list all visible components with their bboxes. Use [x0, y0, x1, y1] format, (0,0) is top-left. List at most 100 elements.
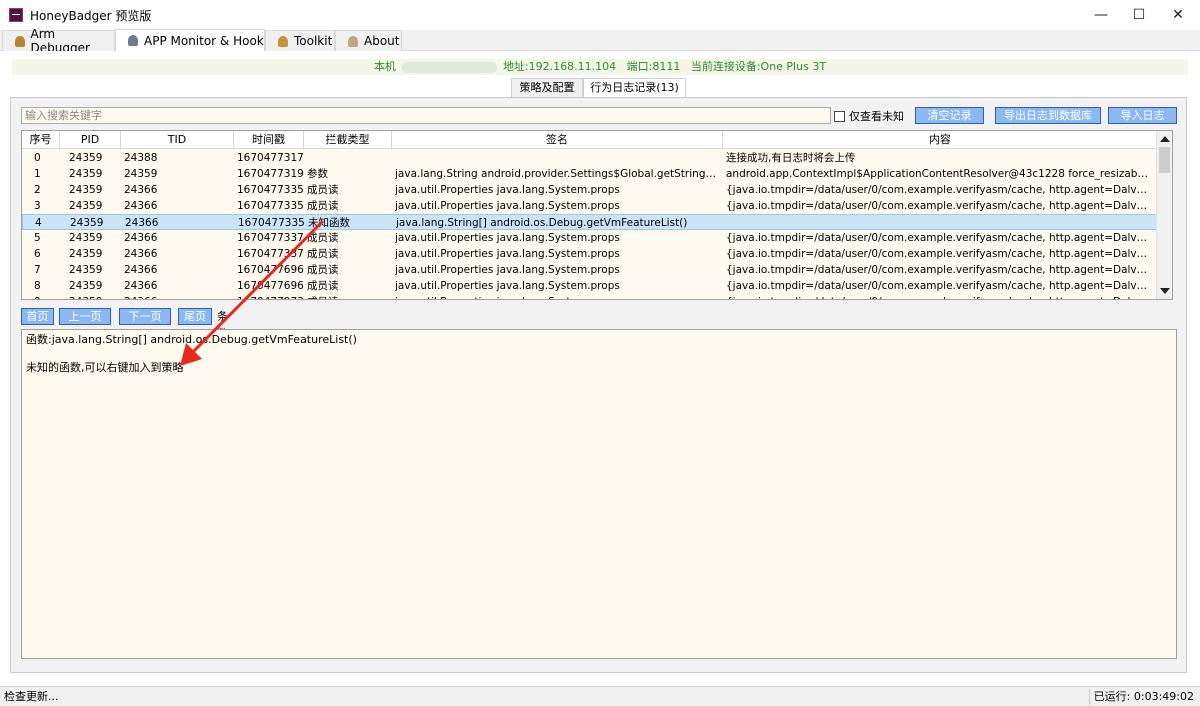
- scroll-down-icon[interactable]: [1160, 288, 1170, 294]
- table-row[interactable]: 4 24359 24366 1670477335 未知函数 java.lang.Strin…: [22, 214, 1157, 230]
- column-header[interactable]: 拦截类型: [304, 131, 392, 149]
- cell-content: {java.io.tmpdir=/data/user/0/com.example…: [726, 248, 1150, 260]
- cell-idx: 2: [34, 184, 41, 196]
- column-header[interactable]: 序号: [22, 131, 60, 149]
- minimize-button[interactable]: —: [1081, 0, 1121, 30]
- cell-type: 未知函数: [308, 217, 350, 229]
- unknown-only-checkbox[interactable]: 仅查看未知: [834, 108, 904, 124]
- table-row[interactable]: 1 24359 24359 1670477319 参数 java.lang.String …: [22, 166, 1157, 182]
- search-input[interactable]: 输入搜索关键字: [21, 107, 831, 124]
- tab-policy-config[interactable]: 策略及配置: [511, 78, 583, 98]
- cell-type: 成员读: [307, 184, 339, 196]
- cell-sig: java.util.Properties java.lang.System.pr…: [395, 294, 720, 299]
- cell-content: {java.io.tmpdir=/data/user/0/com.example…: [726, 184, 1150, 196]
- cell-idx: 9: [34, 294, 58, 299]
- status-bar: 检查更新... 已运行: 0:03:49:02: [0, 686, 1200, 706]
- cell-content: 连接成功,有日志时将会上传: [726, 152, 856, 164]
- first-page-button[interactable]: 首页: [21, 308, 54, 325]
- tab-app-monitor-hook[interactable]: APP Monitor & Hook: [115, 29, 265, 51]
- cell-idx: 3: [34, 200, 41, 212]
- scroll-up-icon[interactable]: [1160, 136, 1170, 142]
- checkbox-label: 仅查看未知: [849, 110, 904, 123]
- maximize-button[interactable]: ☐: [1119, 0, 1159, 30]
- cell-pid: 24359: [69, 152, 103, 164]
- table-row[interactable]: 5 24359 24366 1670477337 成员读 java.util.Proper…: [22, 230, 1157, 246]
- cell-ts: 1670477696: [237, 280, 304, 292]
- scroll-thumb[interactable]: [1159, 147, 1170, 173]
- log-table: 序号 PID TID 时间戳 拦截类型 签名 内容 0 24359 24388 167…: [21, 130, 1173, 300]
- column-header[interactable]: TID: [121, 131, 234, 149]
- cell-tid: 24366: [125, 217, 159, 229]
- cell-idx: 6: [34, 248, 41, 260]
- debugger-icon: [15, 35, 25, 47]
- monitor-icon: [128, 35, 138, 46]
- tab-behavior-log[interactable]: 行为日志记录(13): [583, 78, 686, 98]
- app-logo-icon: [9, 8, 23, 22]
- table-row[interactable]: 8 24359 24366 1670477696 成员读 java.util.Proper…: [22, 278, 1157, 294]
- connection-status: 本机 地址:192.168.11.104 端口:8111 当前连接设备:One P…: [12, 59, 1188, 75]
- cell-type: 成员读: [307, 264, 339, 276]
- cell-sig: java.util.Properties java.lang.System.pr…: [395, 264, 620, 276]
- update-status: 检查更新...: [4, 690, 59, 703]
- detail-panel[interactable]: 函数:java.lang.String[] android.os.Debug.g…: [21, 329, 1177, 659]
- status-prefix: 本机: [373, 60, 396, 73]
- cell-content: {java.io.tmpdir=/data/user/0/com.example…: [726, 232, 1150, 244]
- cell-ts: 1670477317: [237, 152, 304, 164]
- table-row[interactable]: 6 24359 24366 1670477337 成员读 java.util.Proper…: [22, 246, 1157, 262]
- column-header[interactable]: PID: [60, 131, 121, 149]
- cell-ts: 1670477335: [237, 184, 304, 196]
- cell-idx: 7: [34, 264, 41, 276]
- last-page-button[interactable]: 尾页: [178, 308, 212, 325]
- tab-label: Toolkit: [294, 34, 333, 48]
- record-count: 条数:13: [217, 310, 246, 340]
- tab-arm-debugger[interactable]: Arm Debugger: [2, 27, 115, 55]
- cell-ts: 1670477337: [237, 232, 304, 244]
- cell-content: {java.io.tmpdir=/data/user/0/com.example…: [726, 264, 1150, 276]
- cell-idx: 8: [34, 280, 41, 292]
- main-tabs: Arm Debugger APP Monitor & Hook Toolkit …: [0, 27, 1200, 55]
- next-page-button[interactable]: 下一页: [119, 308, 171, 325]
- cell-idx: 0: [34, 152, 41, 164]
- export-log-button[interactable]: 导出日志到数据库: [995, 107, 1101, 124]
- cell-pid: 24359: [69, 168, 103, 180]
- cell-ts: 1670477335: [237, 200, 304, 212]
- cell-content: {java.io.tmpdir=/data/user/0/com.example…: [726, 280, 1150, 292]
- checkbox-box[interactable]: [834, 110, 845, 122]
- log-view: 输入搜索关键字 仅查看未知 清空记录 导出日志到数据库 导入日志 序号 PID …: [10, 97, 1187, 673]
- toolkit-icon: [278, 35, 288, 47]
- tab-toolkit[interactable]: Toolkit: [265, 30, 335, 51]
- cell-sig: [395, 150, 720, 166]
- cell-sig: java.lang.String android.provider.Settin…: [395, 168, 720, 180]
- table-row[interactable]: 3 24359 24366 1670477335 成员读 java.util.Proper…: [22, 198, 1157, 214]
- table-row[interactable]: 9 2435924366 1670477973成员读 java.util.Proper…: [22, 294, 1157, 299]
- cell-tid: 24359: [124, 168, 158, 180]
- table-scrollbar[interactable]: [1156, 131, 1172, 299]
- table-row[interactable]: 2 24359 24366 1670477335 成员读 java.util.Proper…: [22, 182, 1157, 198]
- prev-page-button[interactable]: 上一页: [59, 308, 111, 325]
- cell-type: [307, 150, 389, 166]
- status-divider: [1089, 689, 1090, 705]
- cell-pid: 24359: [69, 280, 103, 292]
- cell-type: 参数: [307, 168, 328, 180]
- about-icon: [348, 35, 358, 47]
- detail-hint: 未知的函数,可以右键加入到策略: [26, 361, 184, 374]
- cell-idx: 1: [34, 168, 41, 180]
- table-row[interactable]: 0 24359 24388 1670477317 连接成功,有日志时将会上传: [22, 150, 1157, 166]
- cell-ts: 1670477696: [237, 264, 304, 276]
- column-header[interactable]: 时间戳: [234, 131, 304, 149]
- status-port: 端口:8111: [626, 60, 681, 73]
- title-bar: HoneyBadger 预览版 — ☐ ✕: [0, 0, 1200, 30]
- column-header[interactable]: 内容: [723, 131, 1157, 149]
- column-header[interactable]: 签名: [392, 131, 723, 149]
- tab-about[interactable]: About: [335, 30, 402, 51]
- clear-records-button[interactable]: 清空记录: [915, 107, 984, 124]
- cell-sig: java.lang.String[] android.os.Debug.getV…: [396, 217, 688, 229]
- cell-type: 成员读: [307, 280, 339, 292]
- import-log-button[interactable]: 导入日志: [1108, 107, 1177, 124]
- close-button[interactable]: ✕: [1158, 0, 1198, 30]
- table-header: 序号 PID TID 时间戳 拦截类型 签名 内容: [22, 131, 1157, 149]
- cell-tid: 24366: [124, 294, 224, 299]
- table-row[interactable]: 7 24359 24366 1670477696 成员读 java.util.Proper…: [22, 262, 1157, 278]
- status-address: 地址:192.168.11.104: [502, 60, 617, 73]
- cell-tid: 24366: [124, 184, 158, 196]
